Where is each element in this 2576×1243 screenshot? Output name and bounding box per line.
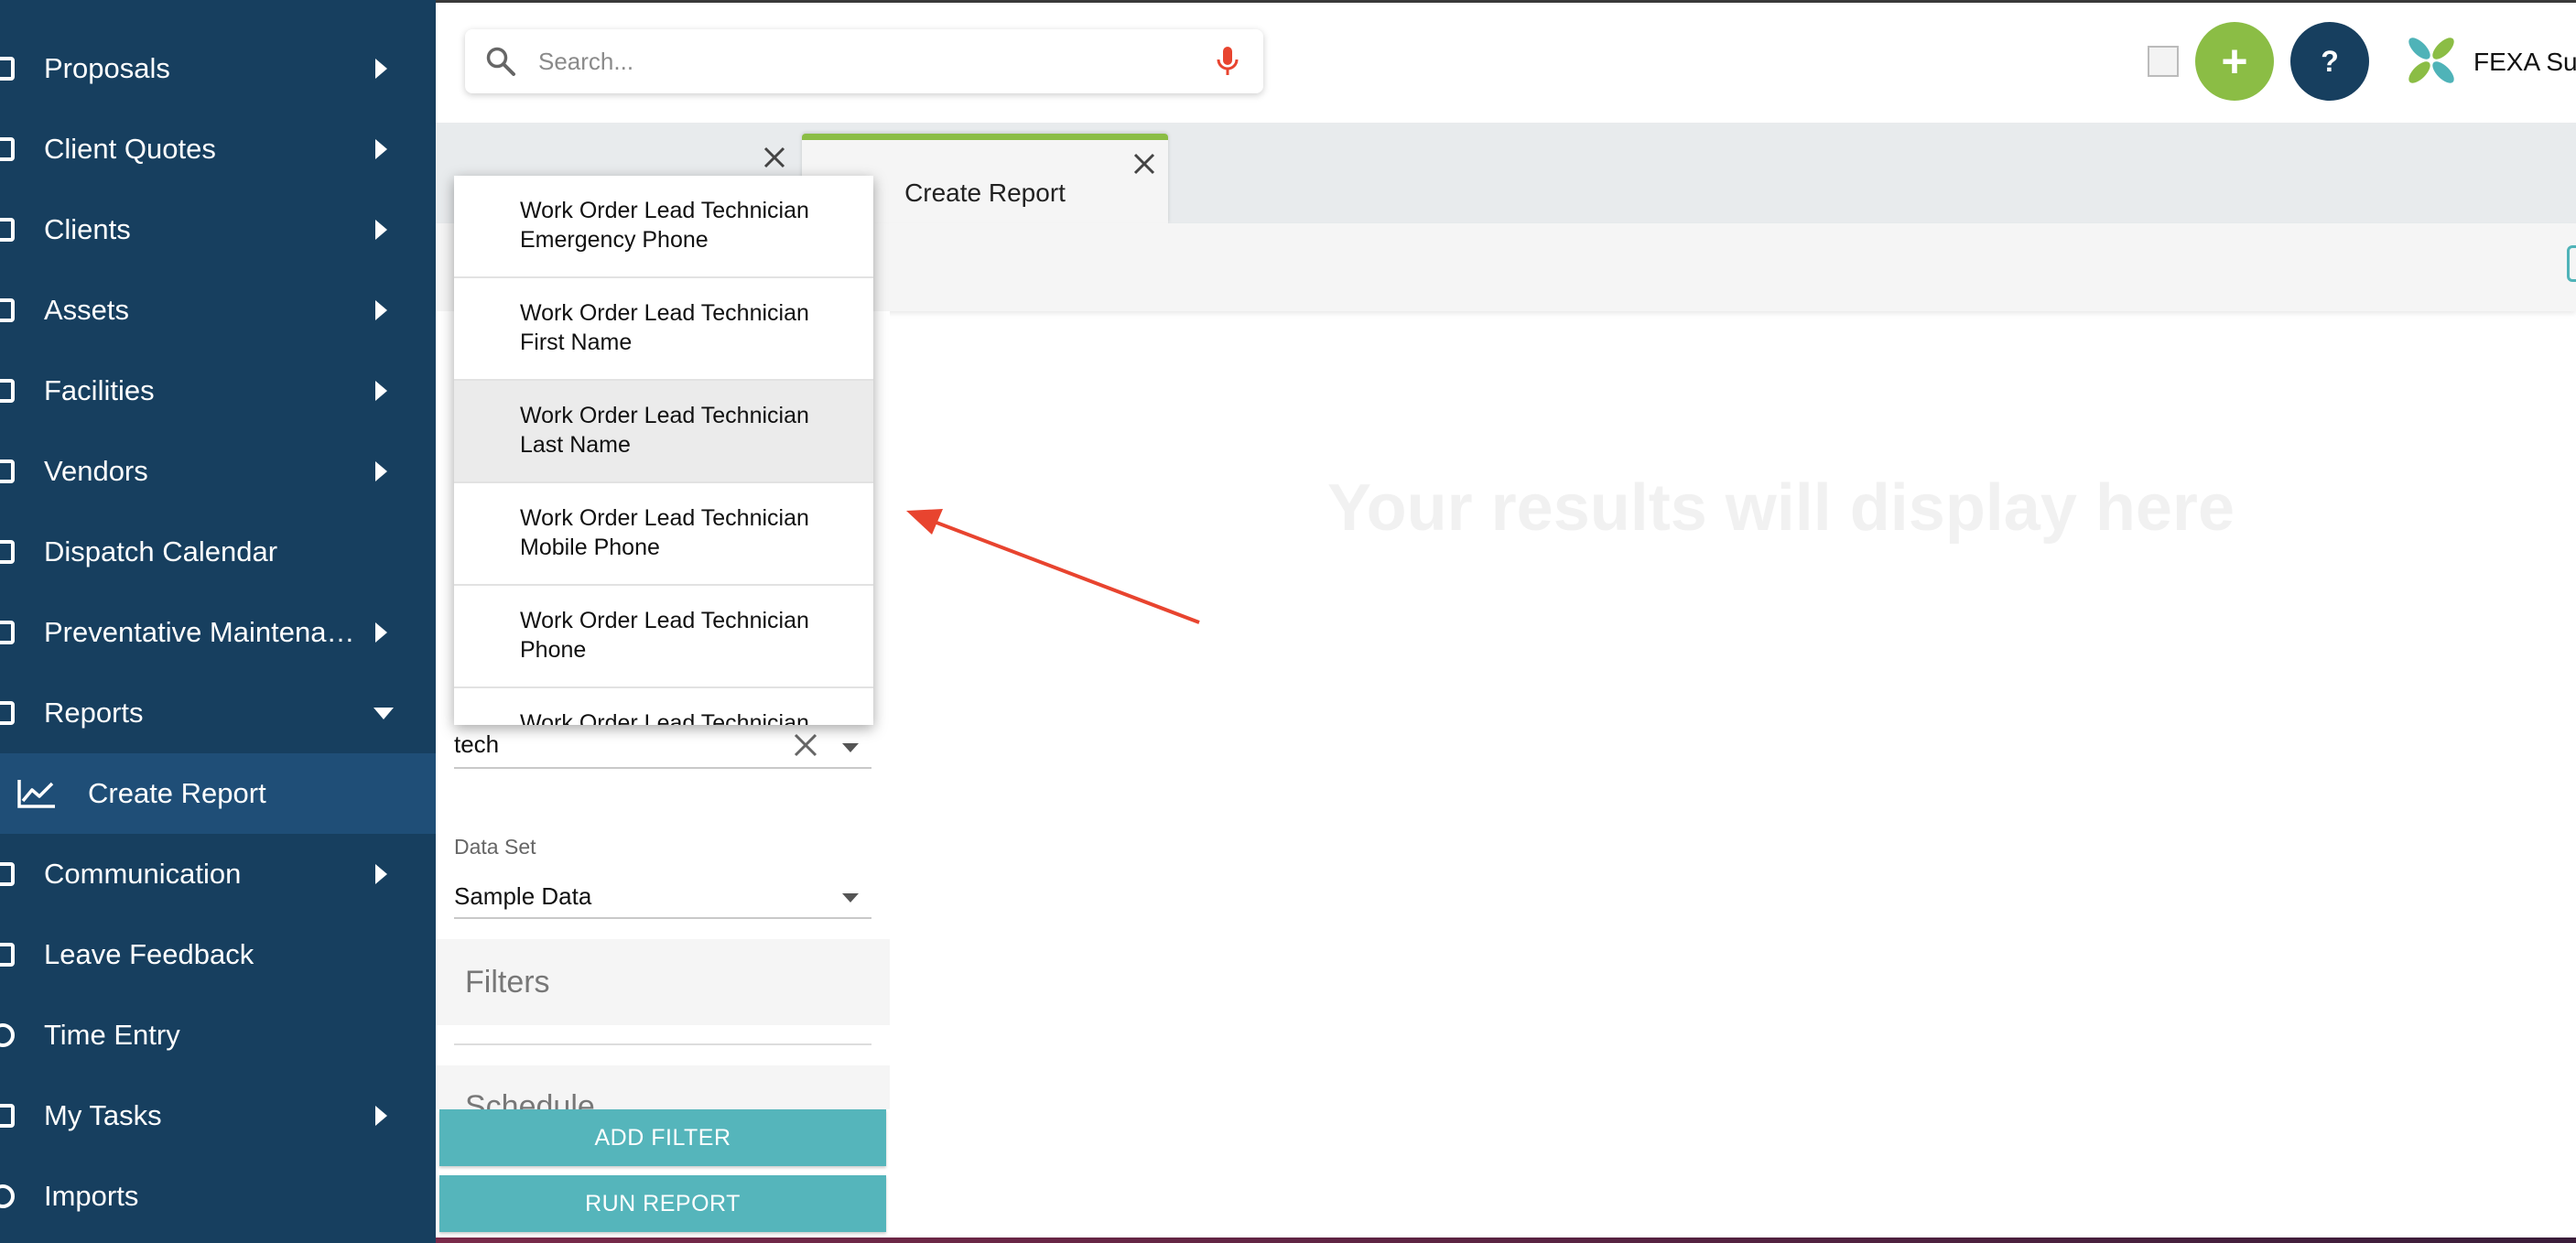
facilities-icon [0,379,15,403]
search-icon [486,47,515,76]
dropdown-option-highlighted[interactable]: Work Order Lead Technician Last Name [454,381,873,483]
home-icon [0,57,15,81]
sidebar-item-communication[interactable]: Communication [0,834,436,914]
option-label: Work Order Lead Technician Last Name [520,403,809,458]
sidebar-item-label: My Tasks [44,1099,162,1131]
sidebar-item-vendors[interactable]: Vendors [0,431,436,512]
sidebar-item-time-entry[interactable]: Time Entry [0,995,436,1075]
add-button[interactable]: + [2195,22,2274,101]
sidebar-item-preventative-maintenance[interactable]: Preventative Maintena… [0,592,436,673]
vendors-icon [0,459,15,483]
column-dropdown-menu: Work Order Lead Technician Emergency Pho… [454,176,873,725]
caret-right-icon [375,59,387,79]
dropdown-option[interactable]: Work Order Lead Technician [454,688,873,725]
maintenance-icon [0,621,15,644]
clients-icon [0,218,15,242]
sidebar-item-label: Dispatch Calendar [44,535,278,567]
microphone-icon[interactable] [1216,46,1239,77]
option-label: Work Order Lead Technician Mobile Phone [520,505,809,560]
quote-icon [0,137,15,161]
schedule-section[interactable]: Schedule [436,1065,890,1109]
sidebar-item-reports[interactable]: Reports [0,673,436,753]
sidebar-item-label: Client Quotes [44,133,216,165]
search-input[interactable] [536,42,1135,81]
sidebar-item-label: Communication [44,858,242,890]
sidebar-item-label: Leave Feedback [44,938,254,970]
option-label: Work Order Lead Technician Phone [520,608,809,663]
sidebar-item-label: Imports [44,1180,139,1212]
caret-right-icon [375,220,387,240]
sidebar-item-label: Reports [44,697,144,729]
data-set-select[interactable]: Sample Data [454,882,591,911]
caret-right-icon [375,300,387,320]
search-bar[interactable] [465,29,1263,93]
chevron-down-icon[interactable] [842,893,859,903]
section-divider [454,1043,871,1045]
sidebar-item-imports[interactable]: Imports [0,1156,436,1237]
results-placeholder: Your results will display here [1327,471,2235,545]
sidebar: Proposals Client Quotes Clients Assets F… [0,0,436,1243]
caret-right-icon [375,381,387,401]
imports-icon [0,1184,15,1208]
caret-down-icon [373,707,394,719]
chevron-down-icon[interactable] [842,743,859,752]
clock-icon [0,1023,15,1047]
help-button[interactable]: ? [2290,22,2369,101]
sidebar-item-facilities[interactable]: Facilities [0,351,436,431]
dropdown-option[interactable]: Work Order Lead Technician Emergency Pho… [454,176,873,278]
sidebar-item-leave-feedback[interactable]: Leave Feedback [0,914,436,995]
close-icon[interactable] [1133,153,1155,175]
section-title: Schedule [465,1089,595,1109]
brand-name: FEXA Sup [2473,48,2576,76]
assets-icon [0,298,15,322]
caret-right-icon [375,1106,387,1126]
caret-right-icon [375,864,387,884]
communication-icon [0,862,15,886]
caret-right-icon [375,461,387,481]
bottom-border [436,1238,2576,1243]
chart-line-icon [17,780,55,808]
sidebar-item-clients[interactable]: Clients [0,189,436,270]
sidebar-item-create-report[interactable]: Create Report [0,753,436,834]
sidebar-item-label: Assets [44,294,130,326]
toolbar-toggle-icon[interactable] [2567,245,2576,282]
option-label: Work Order Lead Technician Emergency Pho… [520,198,809,253]
caret-right-icon [375,139,387,159]
clear-icon[interactable] [793,732,818,758]
sidebar-item-proposals[interactable]: Proposals [0,28,436,109]
caret-right-icon [375,622,387,643]
sidebar-item-label: Vendors [44,455,148,487]
broken-image-icon [2148,46,2179,77]
dropdown-option[interactable]: Work Order Lead Technician First Name [454,278,873,381]
field-underline [454,767,871,769]
filters-section[interactable]: Filters [436,939,890,1025]
run-report-button[interactable]: RUN REPORT [439,1175,886,1232]
sidebar-item-label: Proposals [44,52,170,84]
data-set-label: Data Set [454,835,536,859]
dropdown-option[interactable]: Work Order Lead Technician Mobile Phone [454,483,873,586]
sidebar-item-assets[interactable]: Assets [0,270,436,351]
field-underline [454,917,871,919]
option-label: Work Order Lead Technician First Name [520,300,809,355]
dropdown-option[interactable]: Work Order Lead Technician Phone [454,586,873,688]
sidebar-item-label: Facilities [44,374,155,406]
sidebar-item-label: Clients [44,213,131,245]
sidebar-item-label: Create Report [88,777,266,809]
fexa-logo-icon [2408,38,2454,83]
sidebar-item-label: Preventative Maintena… [44,616,355,648]
option-label: Work Order Lead Technician [520,710,809,725]
reports-icon [0,701,15,725]
section-title: Filters [465,965,550,1000]
sidebar-item-client-quotes[interactable]: Client Quotes [0,109,436,189]
close-icon[interactable] [763,146,785,168]
add-filter-button[interactable]: ADD FILTER [439,1109,886,1166]
sidebar-item-label: Time Entry [44,1019,180,1051]
calendar-icon [0,540,15,564]
sidebar-item-dispatch-calendar[interactable]: Dispatch Calendar [0,512,436,592]
tasks-icon [0,1104,15,1128]
feedback-icon [0,943,15,967]
column-search-value[interactable]: tech [454,730,499,759]
sidebar-item-my-tasks[interactable]: My Tasks [0,1075,436,1156]
